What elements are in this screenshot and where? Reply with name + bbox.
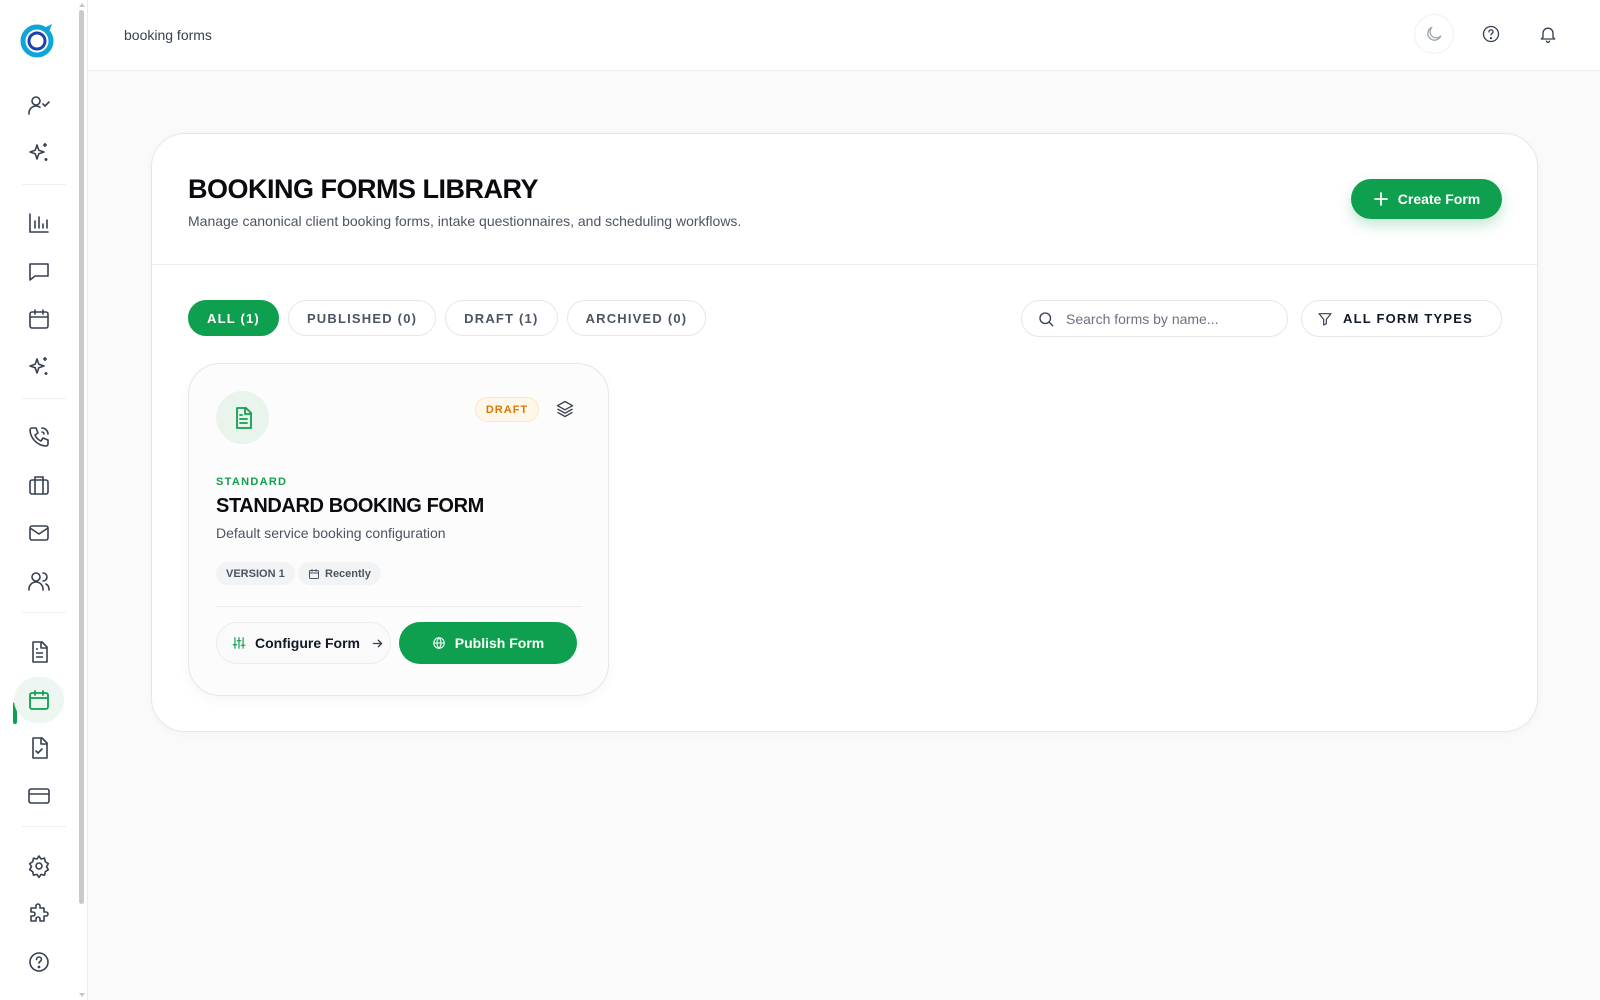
form-type: STANDARD xyxy=(216,476,288,488)
version-label: VERSION 1 xyxy=(226,567,285,580)
configure-form-label: Configure Form xyxy=(255,635,360,651)
sidebar-item-analytics[interactable] xyxy=(14,200,64,246)
sidebar-divider xyxy=(22,184,66,185)
sparkles-icon xyxy=(29,357,48,375)
scroll-down-arrow[interactable] xyxy=(79,993,85,997)
sidebar-item-calendar[interactable] xyxy=(14,296,64,342)
plus-icon xyxy=(1373,192,1388,206)
sparkles-icon xyxy=(29,143,48,161)
sidebar-divider xyxy=(22,612,66,613)
panel-header: BOOKING FORMS LIBRARY Manage canonical c… xyxy=(152,134,1537,265)
file-text-icon xyxy=(235,406,252,429)
create-form-label: Create Form xyxy=(1397,191,1481,207)
form-type-filter[interactable]: ALL FORM TYPES xyxy=(1301,300,1502,337)
scrollbar-thumb[interactable] xyxy=(79,10,84,904)
phone-call-icon xyxy=(29,427,49,447)
sidebar-item-messages[interactable] xyxy=(14,248,64,294)
calendar-icon xyxy=(29,690,49,710)
create-form-button[interactable]: Create Form xyxy=(1351,179,1502,219)
users-icon xyxy=(28,572,50,591)
sidebar-item-billing[interactable] xyxy=(14,773,64,819)
configure-form-button[interactable]: Configure Form xyxy=(216,622,391,664)
file-check-icon xyxy=(32,737,48,759)
breadcrumb: booking forms xyxy=(124,27,212,43)
sidebar-item-team[interactable] xyxy=(14,558,64,604)
help-circle-icon xyxy=(29,952,49,972)
page-title: BOOKING FORMS LIBRARY xyxy=(188,174,539,204)
form-description: Default service booking configuration xyxy=(216,525,446,541)
sidebar-item-calls[interactable] xyxy=(14,414,64,460)
form-card: DRAFT STANDARD STANDARD BOOKING FORM Def… xyxy=(188,363,609,696)
moon-icon xyxy=(1427,26,1442,41)
card-divider xyxy=(216,606,582,607)
page-subtitle: Manage canonical client booking forms, i… xyxy=(188,213,742,229)
forms-library-panel: BOOKING FORMS LIBRARY Manage canonical c… xyxy=(151,133,1538,732)
sidebar-scrollbar[interactable] xyxy=(78,0,86,1000)
user-check-icon xyxy=(28,96,50,115)
sliders-icon xyxy=(232,637,246,649)
sidebar-divider xyxy=(22,826,66,827)
sidebar-divider xyxy=(22,398,66,399)
sidebar-item-settings[interactable] xyxy=(14,843,64,889)
updated-chip: Recently xyxy=(298,562,381,585)
help-button[interactable] xyxy=(1471,14,1511,54)
tab-draft[interactable]: DRAFT (1) xyxy=(445,300,558,336)
scroll-up-arrow[interactable] xyxy=(79,3,85,7)
app-logo[interactable] xyxy=(18,20,58,60)
sidebar-item-integrations[interactable] xyxy=(14,891,64,937)
form-name: STANDARD BOOKING FORM xyxy=(216,495,484,517)
form-card-icon xyxy=(216,391,269,444)
credit-card-icon xyxy=(28,788,50,804)
theme-toggle-button[interactable] xyxy=(1414,14,1454,54)
sidebar-item-ai[interactable] xyxy=(14,130,64,176)
calendar-icon xyxy=(309,568,319,579)
filter-icon xyxy=(1318,312,1332,326)
sidebar-item-tasks[interactable] xyxy=(14,725,64,771)
sidebar-item-mail[interactable] xyxy=(14,510,64,556)
publish-form-label: Publish Form xyxy=(454,635,545,651)
sidebar-item-documents[interactable] xyxy=(14,629,64,675)
version-chip: VERSION 1 xyxy=(216,562,295,585)
bar-chart-icon xyxy=(29,213,49,233)
settings-icon xyxy=(28,855,50,878)
arrow-right-icon xyxy=(372,639,383,647)
bell-icon xyxy=(1540,27,1556,43)
globe-icon xyxy=(432,637,445,649)
sidebar-item-user-check[interactable] xyxy=(14,82,64,128)
message-square-icon xyxy=(29,263,49,281)
mail-icon xyxy=(29,525,49,541)
sidebar-item-automation[interactable] xyxy=(14,344,64,390)
updated-label: Recently xyxy=(325,567,371,580)
top-header: booking forms xyxy=(88,0,1600,71)
tab-all[interactable]: ALL (1) xyxy=(188,300,279,336)
briefcase-icon xyxy=(29,476,49,495)
status-badge: DRAFT xyxy=(475,397,539,422)
sidebar-item-services[interactable] xyxy=(14,462,64,508)
search-box xyxy=(1021,300,1288,337)
sidebar-item-booking-forms[interactable] xyxy=(14,677,64,723)
puzzle-icon xyxy=(30,903,49,922)
filter-label: ALL FORM TYPES xyxy=(1343,311,1473,326)
sidebar-item-help[interactable] xyxy=(14,939,64,985)
notifications-button[interactable] xyxy=(1528,14,1568,54)
search-icon xyxy=(1039,311,1054,326)
tab-archived[interactable]: ARCHIVED (0) xyxy=(566,300,707,336)
publish-form-button[interactable]: Publish Form xyxy=(399,622,577,664)
sidebar xyxy=(0,0,88,1000)
help-circle-icon xyxy=(1482,25,1500,43)
search-input[interactable] xyxy=(1066,310,1266,327)
status-tabs: ALL (1) PUBLISHED (0) DRAFT (1) ARCHIVED… xyxy=(188,300,707,336)
tab-published[interactable]: PUBLISHED (0) xyxy=(287,300,437,336)
layers-icon[interactable] xyxy=(555,399,575,419)
file-text-icon xyxy=(32,641,48,663)
calendar-icon xyxy=(29,309,49,329)
